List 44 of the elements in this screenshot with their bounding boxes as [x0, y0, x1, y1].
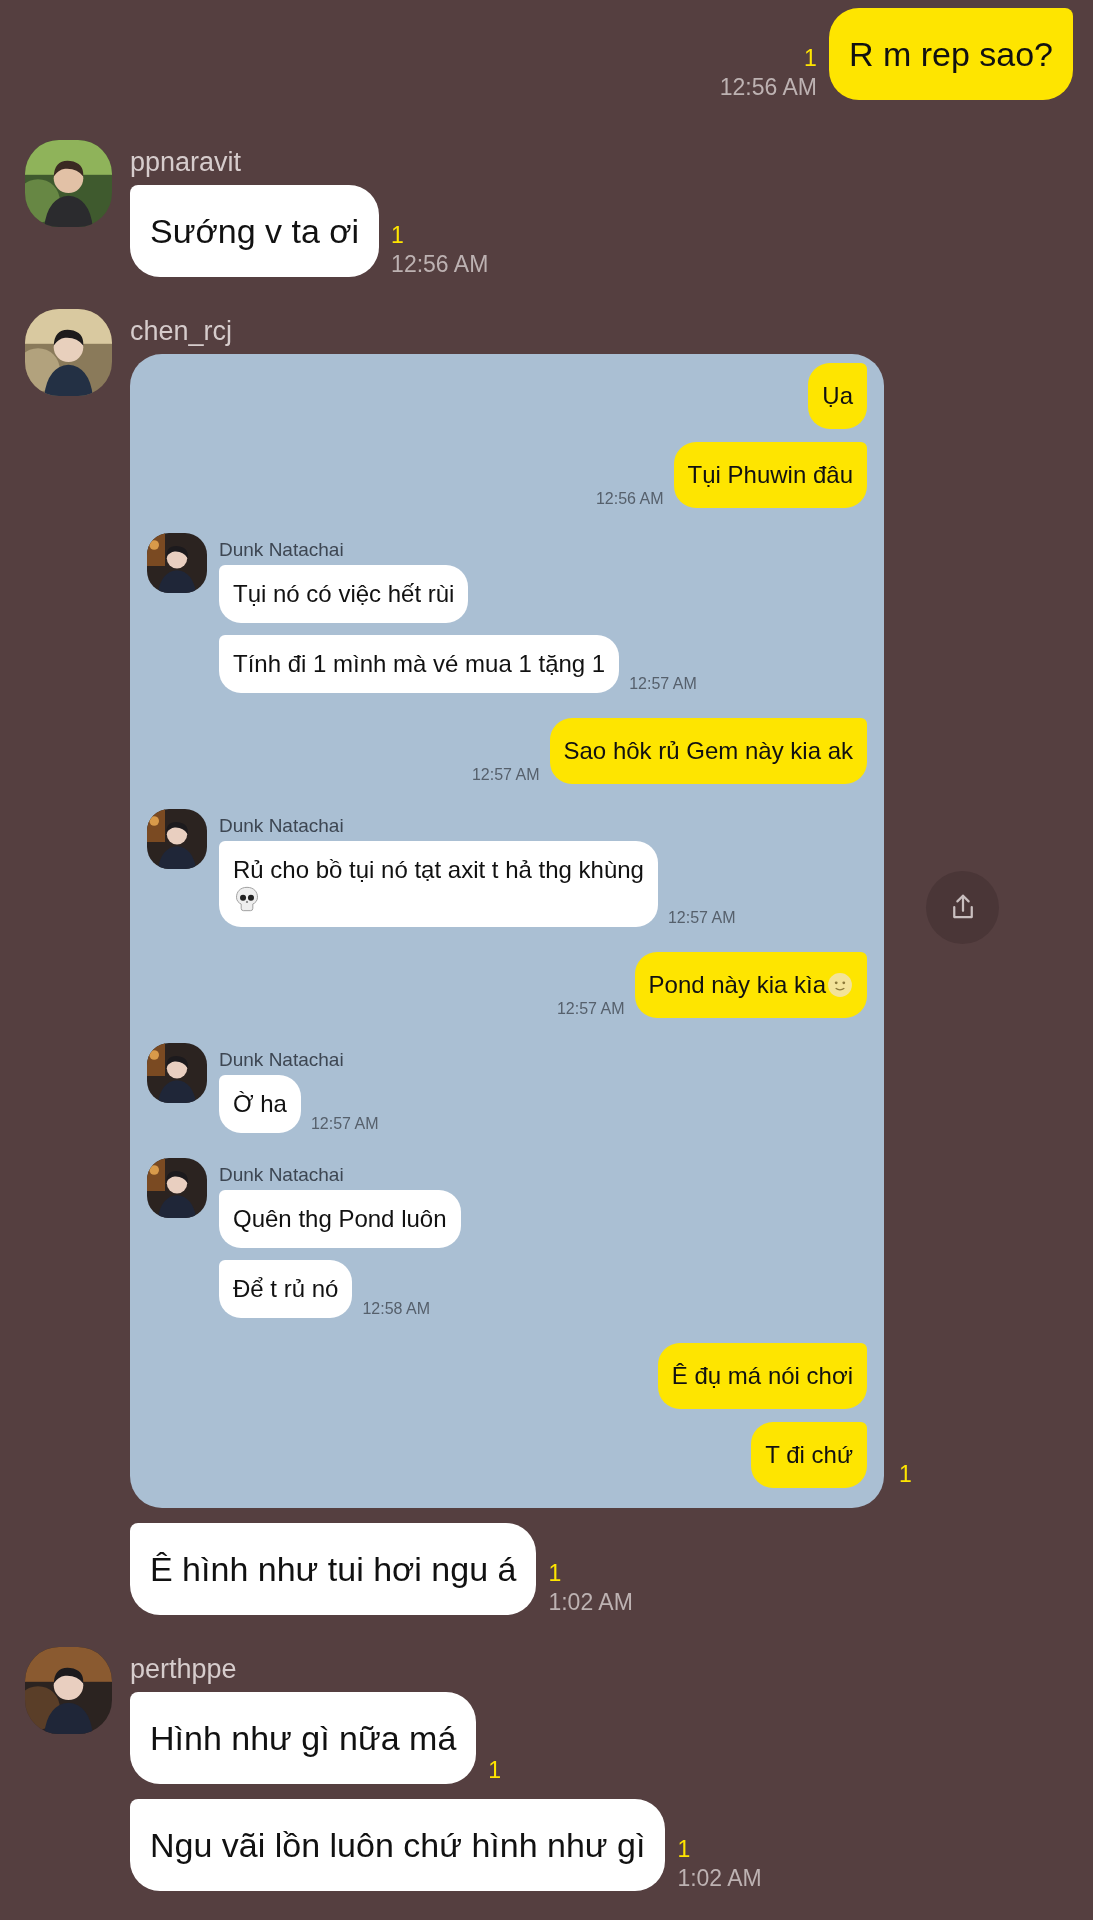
message-time: 12:57 AM [629, 675, 697, 693]
message-bubble: Ụa [808, 363, 867, 429]
smiling-face-icon [827, 972, 853, 998]
message-bubble: Tụi nó có việc hết rùi [219, 565, 469, 623]
message-time: 12:56 AM [391, 251, 489, 277]
sender-name: Dunk Natachai [219, 1164, 345, 1186]
unread-count: 1 [548, 1559, 562, 1587]
sender-name: Dunk Natachai [219, 1049, 345, 1071]
message-bubble: Quên thg Pond luôn [219, 1190, 461, 1248]
message-bubble: Hình như gì nữa má [130, 1692, 477, 1784]
message-bubble: Tụi Phuwin đâu [673, 442, 867, 508]
screenshot-image[interactable] [130, 354, 884, 1508]
message-time: 12:57 AM [310, 1115, 379, 1133]
message-bubble: Sướng v ta ơi [130, 185, 380, 277]
message-bubble: Sao hôk rủ Gem này kia ak [549, 718, 867, 784]
unread-count: 1 [804, 44, 817, 72]
unread-count: 1 [391, 221, 404, 249]
sender-name: Dunk Natachai [219, 539, 345, 561]
message-time: 12:57 AM [556, 1000, 625, 1018]
message-time: 12:58 AM [362, 1300, 430, 1318]
message-bubble: Pond này kia kìa [634, 952, 867, 1018]
unread-count: 1 [677, 1835, 691, 1863]
unread-count: 1 [488, 1756, 502, 1784]
message-bubble: Ngu vãi lồn luôn chứ hình như gì [130, 1799, 666, 1891]
message-bubble: Ê đụ má nói chơi [657, 1343, 867, 1409]
message-bubble: Rủ cho bồ tụi nó tạt axit t hả thg khùng [219, 841, 658, 927]
message-time: 12:56 AM [595, 490, 664, 508]
message-bubble: Để t rủ nó [219, 1260, 353, 1318]
skull-icon [233, 885, 261, 913]
unread-count: 1 [899, 1460, 912, 1488]
message-time: 1:02 AM [677, 1865, 762, 1891]
sender-name: Dunk Natachai [219, 815, 345, 837]
message-bubble: Ê hình như tui hơi ngu á [130, 1523, 537, 1615]
message-bubble: Ờ ha [219, 1075, 301, 1133]
message-bubble: Tính đi 1 mình mà vé mua 1 tặng 1 [219, 635, 620, 693]
message-time: 12:56 AM [719, 74, 817, 100]
message-time: 1:02 AM [548, 1589, 633, 1615]
sender-name: perthppe [130, 1653, 238, 1685]
message-time: 12:57 AM [471, 766, 540, 784]
sender-name: ppnaravit [130, 146, 243, 178]
message-bubble: R m rep sao? [828, 8, 1073, 100]
message-bubble: T đi chứ [751, 1422, 867, 1488]
sender-name: chen_rcj [130, 315, 234, 347]
message-time: 12:57 AM [667, 909, 736, 927]
